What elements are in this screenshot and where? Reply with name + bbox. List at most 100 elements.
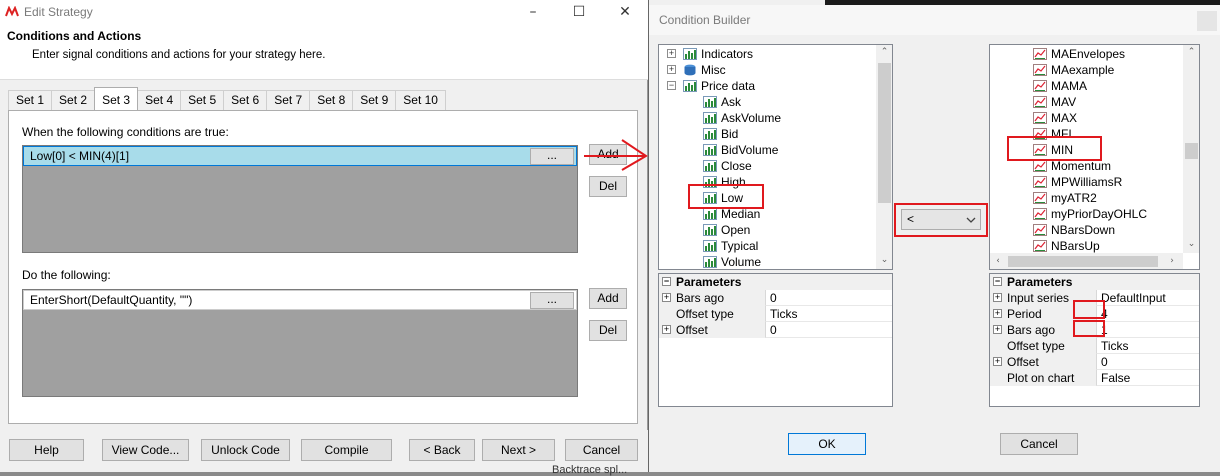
tab-set-7[interactable]: Set 7 <box>266 90 311 110</box>
tab-set-6[interactable]: Set 6 <box>223 90 268 110</box>
parameter-name-text: Offset <box>676 323 708 337</box>
hscroll-thumb[interactable] <box>1008 256 1158 267</box>
parameter-row[interactable]: + Bars ago 0 <box>659 290 892 306</box>
tab-set-2[interactable]: Set 2 <box>51 90 96 110</box>
parameter-value[interactable]: 0 <box>765 290 892 306</box>
collapse-icon[interactable]: − <box>993 277 1002 286</box>
tab-set-3[interactable]: Set 3 <box>94 87 139 110</box>
indicator-item-label: MPWilliamsR <box>1051 175 1123 189</box>
indicator-icon <box>703 96 717 108</box>
compile-button[interactable]: Compile <box>301 439 392 461</box>
scroll-thumb[interactable] <box>878 63 891 203</box>
indicator-item-label: MAEnvelopes <box>1051 47 1126 61</box>
indicator-icon <box>683 80 697 92</box>
unlock-code-button[interactable]: Unlock Code <box>201 439 290 461</box>
condition-row[interactable]: Low[0] < MIN(4)[1] ... <box>23 146 577 166</box>
parameter-row[interactable]: Plot on chart False <box>990 370 1199 386</box>
actions-label: Do the following: <box>22 268 111 282</box>
edit-strategy-window: Edit Strategy – ☐ ✕ Conditions and Actio… <box>0 0 648 476</box>
tab-set-10[interactable]: Set 10 <box>395 90 446 110</box>
parameter-name-text: Plot on chart <box>1007 371 1075 385</box>
view-code-button[interactable]: View Code... <box>102 439 189 461</box>
expand-icon[interactable]: + <box>667 49 676 58</box>
close-button[interactable]: ✕ <box>602 0 648 26</box>
indicator-icon <box>1033 96 1047 108</box>
scroll-down-icon[interactable]: ⌄ <box>1183 239 1199 249</box>
tab-set-8[interactable]: Set 8 <box>309 90 354 110</box>
expand-icon[interactable]: + <box>662 293 671 302</box>
action-edit-button[interactable]: ... <box>530 292 574 309</box>
right-tree-hscrollbar[interactable]: ‹ › <box>990 253 1183 269</box>
collapse-icon[interactable]: − <box>667 81 676 90</box>
parameter-row[interactable]: Offset type Ticks <box>659 306 892 322</box>
tab-set-1[interactable]: Set 1 <box>8 90 53 110</box>
action-del-button[interactable]: Del <box>589 320 627 341</box>
parameter-row[interactable]: + Offset 0 <box>990 354 1199 370</box>
parameter-value[interactable]: 4 <box>1096 306 1199 322</box>
indicator-icon <box>1033 224 1047 236</box>
parameter-value[interactable]: False <box>1096 370 1199 386</box>
next-button[interactable]: Next > <box>482 439 555 461</box>
action-row[interactable]: EnterShort(DefaultQuantity, "") ... <box>23 290 577 310</box>
operator-highlight-box <box>894 203 988 237</box>
edit-strategy-titlebar: Edit Strategy – ☐ ✕ <box>0 0 648 26</box>
tab-set-4[interactable]: Set 4 <box>137 90 182 110</box>
parameter-value[interactable]: Ticks <box>765 306 892 322</box>
left-tree-scrollbar[interactable]: ⌃ ⌄ <box>876 45 892 269</box>
left-item-tree[interactable]: + Indicators + Misc − Price data Ask AskVolume B… <box>658 44 893 270</box>
right-params-header: − Parameters <box>990 274 1199 290</box>
parameter-value[interactable]: DefaultInput <box>1096 290 1199 306</box>
builder-cancel-button[interactable]: Cancel <box>1000 433 1078 455</box>
action-add-button[interactable]: Add <box>589 288 627 309</box>
scroll-left-icon[interactable]: ‹ <box>992 256 1004 266</box>
right-tree-scrollbar[interactable]: ⌃ ⌄ <box>1183 45 1199 253</box>
indicator-item-label: myPriorDayOHLC <box>1051 207 1148 221</box>
tab-set-5[interactable]: Set 5 <box>180 90 225 110</box>
parameter-value[interactable]: 0 <box>765 322 892 338</box>
expand-icon[interactable]: + <box>993 293 1002 302</box>
scroll-thumb[interactable] <box>1185 143 1198 159</box>
parameter-value[interactable]: Ticks <box>1096 338 1199 354</box>
indicator-icon <box>703 240 717 252</box>
maximize-button[interactable]: ☐ <box>556 0 602 26</box>
left-params-title: Parameters <box>676 275 742 289</box>
dialog-close-button[interactable] <box>1197 11 1217 31</box>
conditions-list[interactable]: Low[0] < MIN(4)[1] ... <box>22 145 578 253</box>
parameter-name-text: Input series <box>1007 291 1070 305</box>
back-button[interactable]: < Back <box>409 439 475 461</box>
misc-icon <box>684 64 696 76</box>
expand-icon[interactable]: + <box>993 325 1002 334</box>
actions-list[interactable]: EnterShort(DefaultQuantity, "") ... <box>22 289 578 397</box>
expand-icon[interactable]: + <box>662 325 671 334</box>
parameter-row[interactable]: + Offset 0 <box>659 322 892 338</box>
wizard-button-bar: Help View Code... Unlock Code Compile < … <box>0 430 648 476</box>
tree-item-label: Typical <box>721 239 759 253</box>
tab-set-9[interactable]: Set 9 <box>352 90 397 110</box>
parameter-value[interactable]: 1 <box>1096 322 1199 338</box>
indicator-icon <box>1033 192 1047 204</box>
parameter-name-text: Offset type <box>1007 339 1065 353</box>
minimize-button[interactable]: – <box>510 0 556 26</box>
help-button[interactable]: Help <box>9 439 84 461</box>
scroll-right-icon[interactable]: › <box>1166 256 1178 266</box>
indicator-icon <box>703 144 717 156</box>
ok-button[interactable]: OK <box>788 433 866 455</box>
collapse-icon[interactable]: − <box>662 277 671 286</box>
expand-icon[interactable]: + <box>993 357 1002 366</box>
condition-edit-button[interactable]: ... <box>530 148 574 165</box>
set-tabs: Set 1 Set 2 Set 3 Set 4 Set 5 Set 6 Set 7 Set 8… <box>8 87 446 110</box>
expand-icon[interactable]: + <box>667 65 676 74</box>
scroll-up-icon[interactable]: ⌃ <box>1183 47 1199 57</box>
expand-icon[interactable]: + <box>993 309 1002 318</box>
condition-del-button[interactable]: Del <box>589 176 627 197</box>
condition-builder-titlebar: Condition Builder <box>649 5 1220 35</box>
scroll-down-icon[interactable]: ⌄ <box>876 255 892 265</box>
parameter-row[interactable]: Offset type Ticks <box>990 338 1199 354</box>
cancel-button[interactable]: Cancel <box>565 439 638 461</box>
header-subtitle: Enter signal conditions and actions for … <box>32 49 326 61</box>
parameter-value[interactable]: 0 <box>1096 354 1199 370</box>
indicator-item-label: myATR2 <box>1051 191 1097 205</box>
parameter-name-text: Offset type <box>676 307 734 321</box>
barsago-highlight-box <box>1073 320 1105 337</box>
scroll-up-icon[interactable]: ⌃ <box>876 47 892 57</box>
